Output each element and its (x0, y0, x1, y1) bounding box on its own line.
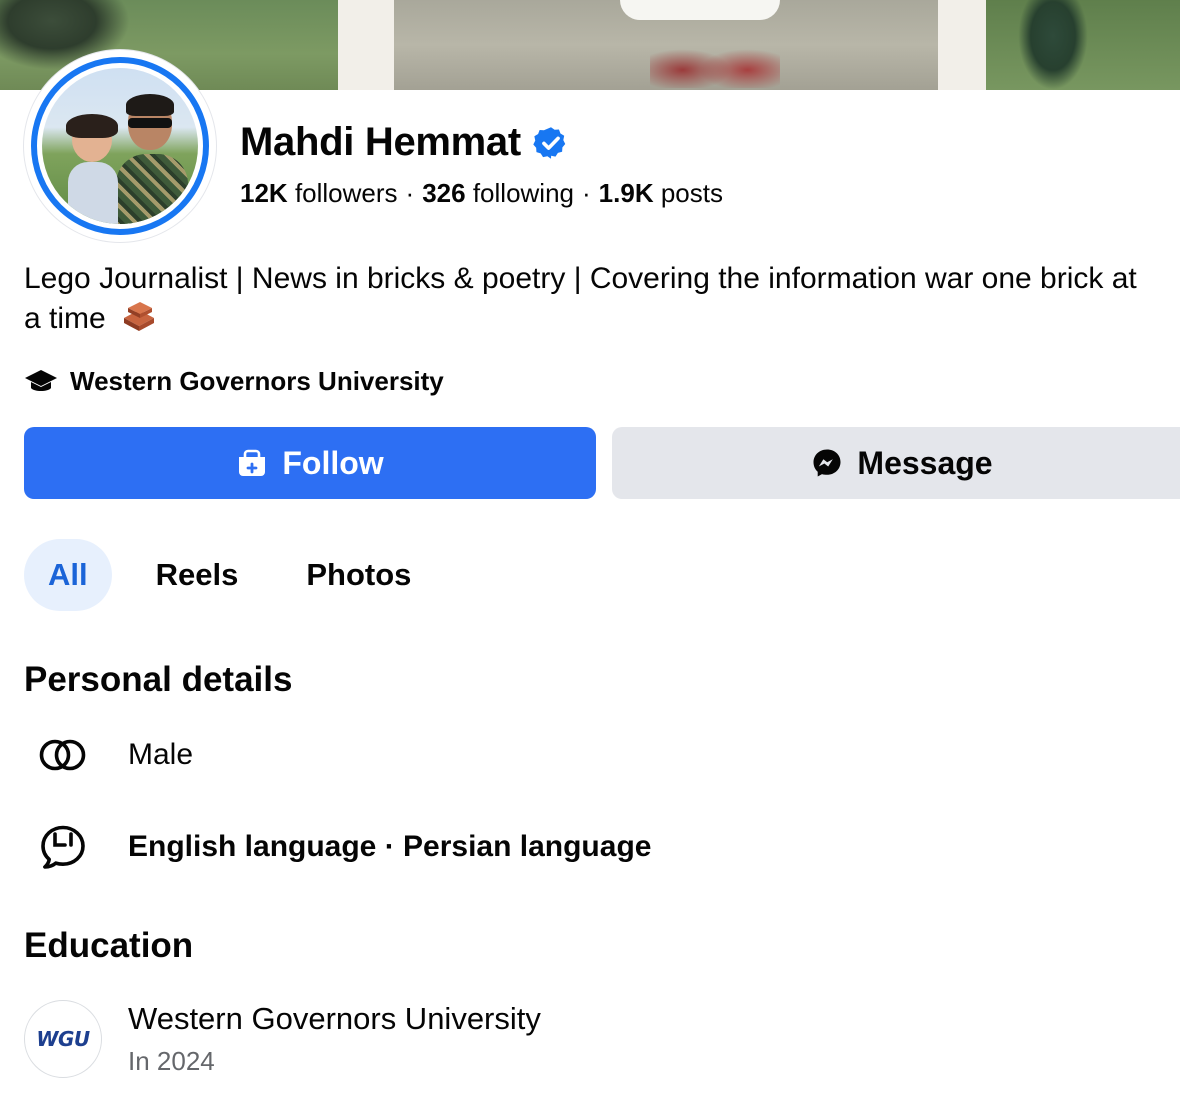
avatar-photo (42, 68, 198, 224)
cover-photo-right (986, 0, 1180, 90)
posts-count: 1.9K (598, 178, 654, 208)
following-label[interactable]: following (473, 178, 574, 208)
tab-photos[interactable]: Photos (282, 539, 435, 611)
follow-button-label: Follow (282, 444, 384, 481)
profile-bio: Lego Journalist | News in bricks & poetr… (24, 260, 1144, 338)
followers-label[interactable]: followers (295, 178, 398, 208)
gender-icon-wrap (24, 738, 104, 772)
message-button[interactable]: Message (612, 427, 1180, 499)
gender-value: Male (128, 738, 194, 771)
profile-tabs: All Reels Photos (24, 539, 435, 611)
profile-name-row: Mahdi Hemmat (240, 120, 569, 165)
followers-count[interactable]: 12K (240, 178, 288, 208)
avatar-story-ring (31, 57, 209, 235)
education-summary-text: Western Governors University (70, 366, 444, 396)
languages-value: English language · Persian language (128, 830, 652, 863)
tab-reels[interactable]: Reels (132, 539, 263, 611)
separator-dot: · (582, 178, 591, 208)
graduation-cap-icon (25, 369, 57, 391)
cover-divider (938, 0, 986, 90)
languages-row: English language · Persian language (24, 824, 651, 870)
languages-icon-wrap (24, 824, 104, 870)
cover-photo-center (394, 0, 938, 90)
education-year: In 2024 (128, 1046, 215, 1076)
cover-divider (338, 0, 394, 90)
messenger-icon (813, 449, 841, 477)
message-button-label: Message (857, 444, 993, 481)
gender-rings-icon (39, 739, 86, 771)
separator-dot: · (405, 178, 415, 208)
profile-sheet: Mahdi Hemmat 12K followers · 326 following… (0, 50, 1180, 1116)
speech-bubble-icon (41, 825, 85, 869)
profile-stats: 12K followers · 326 following · 1.9K posts (240, 178, 723, 209)
posts-label: posts (660, 178, 723, 208)
education-summary[interactable]: Western Governors University (24, 366, 444, 397)
education-item[interactable]: WGU (24, 1000, 102, 1078)
follow-icon (239, 449, 266, 476)
following-count[interactable]: 326 (422, 178, 465, 208)
wgu-logo: WGU (24, 1000, 102, 1078)
tab-all[interactable]: All (24, 539, 112, 611)
bio-text: Lego Journalist | News in bricks & poetr… (24, 262, 1137, 335)
follow-button[interactable]: Follow (24, 427, 596, 499)
education-heading: Education (24, 926, 194, 965)
avatar[interactable] (24, 50, 216, 242)
gender-row: Male (24, 738, 193, 772)
education-school-name[interactable]: Western Governors University (128, 1001, 541, 1037)
personal-details-heading: Personal details (24, 660, 293, 699)
brick-emoji-icon (124, 302, 155, 331)
verified-badge-icon[interactable] (533, 125, 569, 161)
wgu-logo-text: WGU (36, 1027, 90, 1051)
profile-name: Mahdi Hemmat (240, 120, 521, 164)
